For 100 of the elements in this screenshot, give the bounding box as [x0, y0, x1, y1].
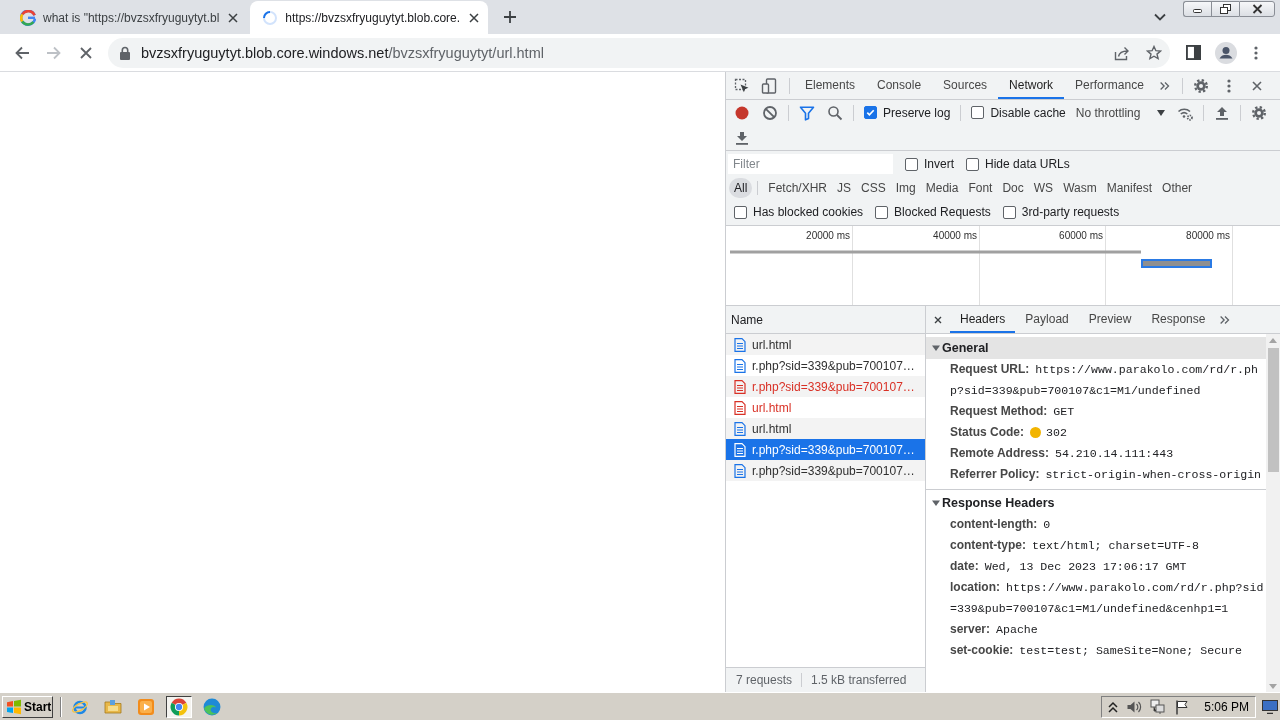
show-desktop-icon[interactable]: [1262, 699, 1278, 714]
stop-icon[interactable]: [78, 44, 94, 61]
devtools-tab[interactable]: Performance: [1064, 72, 1155, 99]
chevron-up-icon[interactable]: [1108, 699, 1119, 714]
details-tab[interactable]: Response: [1141, 306, 1216, 333]
request-row[interactable]: url.html: [726, 334, 925, 355]
scrollbar-thumb[interactable]: [1267, 348, 1279, 472]
resource-type-filter[interactable]: JS: [832, 178, 857, 198]
expand-triangle-icon: [932, 344, 940, 352]
resource-type-filter[interactable]: Media: [920, 178, 964, 198]
details-tab[interactable]: Payload: [1015, 306, 1079, 333]
header-row-text: Request URL: https://www.parakolo.com/rd/r.php?sid=339&pub=700107&c1=M1/undefined: [950, 361, 1259, 399]
status-dot-icon: [1030, 427, 1041, 438]
resource-type-filter[interactable]: Font: [963, 178, 998, 198]
checkbox[interactable]: [966, 157, 979, 171]
checkbox-label: Hide data URLs: [985, 157, 1070, 171]
settings-icon[interactable]: [1251, 104, 1268, 121]
network-icon[interactable]: [1150, 698, 1167, 715]
details-tab[interactable]: Headers: [950, 306, 1016, 333]
tick-label: 80000 ms: [1186, 230, 1230, 241]
tick-label: 40000 ms: [933, 230, 977, 241]
resource-type-filter[interactable]: Wasm: [1058, 178, 1102, 198]
caret-icon: [1157, 109, 1166, 116]
address-bar[interactable]: bvzsxfryuguytyt.blob.core.windows.net/bvzsxfryuguytyt/url.html: [108, 37, 1170, 68]
resource-type-filter[interactable]: Other: [1157, 178, 1198, 198]
resource-type-filter[interactable]: WS: [1028, 178, 1059, 198]
document-icon: [734, 379, 746, 394]
checkbox[interactable]: [1002, 205, 1016, 219]
throttling-dropdown[interactable]: No throttling: [1075, 105, 1166, 120]
header-row-text: content-type: text/html; charset=UTF-8: [950, 537, 1200, 554]
column-header[interactable]: Name: [726, 306, 925, 334]
header-row-text: Request Method: GET: [950, 403, 1076, 420]
resource-type-filter[interactable]: Img: [890, 178, 921, 198]
document-icon: [734, 421, 746, 436]
section-header[interactable]: General: [926, 337, 1266, 359]
resource-type-filter[interactable]: CSS: [856, 178, 891, 198]
header-row-text: set-cookie: test=test; SameSite=None; Secure: [950, 642, 1243, 659]
tick-label: 60000 ms: [1059, 230, 1103, 241]
checkbox-label: Disable cache: [990, 105, 1066, 120]
document-icon: [734, 463, 746, 478]
request-row[interactable]: url.html: [726, 418, 925, 439]
scrollbar-track[interactable]: [1266, 334, 1280, 692]
clock[interactable]: 5:06 PM: [1204, 699, 1249, 714]
header-name: Status Code:: [950, 424, 1024, 441]
request-row[interactable]: r.php?sid=339&pub=700107…: [726, 460, 925, 481]
settings-icon[interactable]: [1192, 77, 1209, 94]
document-icon: [734, 442, 746, 457]
checkbox-label: Preserve log: [883, 105, 951, 120]
devtools-tab[interactable]: Elements: [794, 72, 867, 99]
download-icon[interactable]: [734, 129, 750, 146]
avatar-icon[interactable]: [1215, 41, 1237, 64]
request-row[interactable]: r.php?sid=339&pub=700107…: [726, 439, 925, 460]
resource-type-filter[interactable]: Manifest: [1101, 178, 1158, 198]
restore-icon: [1220, 4, 1231, 14]
browser-tab[interactable]: what is "https://bvzsxfryuguytyt.bl: [8, 1, 248, 34]
clear-icon[interactable]: [762, 104, 778, 121]
side-panel-icon[interactable]: [1186, 45, 1201, 60]
summary-text: 7 requests: [736, 673, 793, 687]
details-tab[interactable]: Preview: [1078, 306, 1142, 333]
header-row-text: date: Wed, 13 Dec 2023 17:06:17 GMT: [950, 558, 1188, 575]
request-row[interactable]: r.php?sid=339&pub=700107…: [726, 376, 925, 397]
expand-triangle-icon: [932, 499, 940, 507]
devtools-tab[interactable]: Sources: [932, 72, 999, 99]
restore-button[interactable]: [1211, 1, 1239, 17]
windows-flag-icon: [6, 698, 22, 715]
checkbox-label: 3rd-party requests: [1021, 205, 1120, 219]
browser-tab[interactable]: https://bvzsxfryuguytyt.blob.core.: [250, 1, 489, 34]
checkbox[interactable]: [875, 205, 889, 219]
device-icon[interactable]: [761, 77, 777, 94]
close-window-button[interactable]: [1239, 1, 1275, 17]
record-icon[interactable]: [734, 104, 750, 121]
filter-icon[interactable]: [799, 104, 815, 121]
back-arrow-icon[interactable]: [14, 44, 30, 61]
header-row-text: content-length: 0: [950, 516, 1052, 533]
resource-type-filter[interactable]: All: [729, 178, 753, 198]
url-text[interactable]: bvzsxfryuguytyt.blob.core.windows.net/bvzsxfryuguytyt/url.html: [141, 44, 544, 61]
filter-input[interactable]: Filter: [728, 154, 893, 174]
start-button[interactable]: Start: [2, 695, 53, 718]
summary-text: 1.5 kB transferred: [811, 673, 907, 687]
flag-icon[interactable]: [1174, 698, 1191, 715]
share-icon[interactable]: [1114, 44, 1130, 61]
search-icon[interactable]: [827, 104, 843, 121]
checkbox[interactable]: [734, 205, 747, 219]
inspect-icon[interactable]: [734, 77, 750, 94]
lock-icon[interactable]: [119, 45, 131, 60]
checkbox[interactable]: [905, 157, 918, 171]
document-icon: [734, 358, 746, 373]
resource-type-filter[interactable]: Fetch/XHR: [763, 178, 833, 198]
tick-label: 20000 ms: [806, 230, 850, 241]
document-icon: [734, 400, 746, 415]
star-icon[interactable]: [1146, 44, 1162, 61]
checkbox[interactable]: [971, 106, 985, 119]
upload-icon[interactable]: [1214, 104, 1231, 121]
resource-type-filter[interactable]: Doc: [997, 178, 1029, 198]
checkbox-label: Has blocked cookies: [753, 205, 864, 219]
minimize-button[interactable]: [1183, 1, 1211, 17]
checkbox[interactable]: [864, 106, 877, 119]
plus-icon[interactable]: [502, 9, 519, 25]
devtools-tab[interactable]: Console: [866, 72, 933, 99]
close-icon: [1251, 4, 1263, 14]
